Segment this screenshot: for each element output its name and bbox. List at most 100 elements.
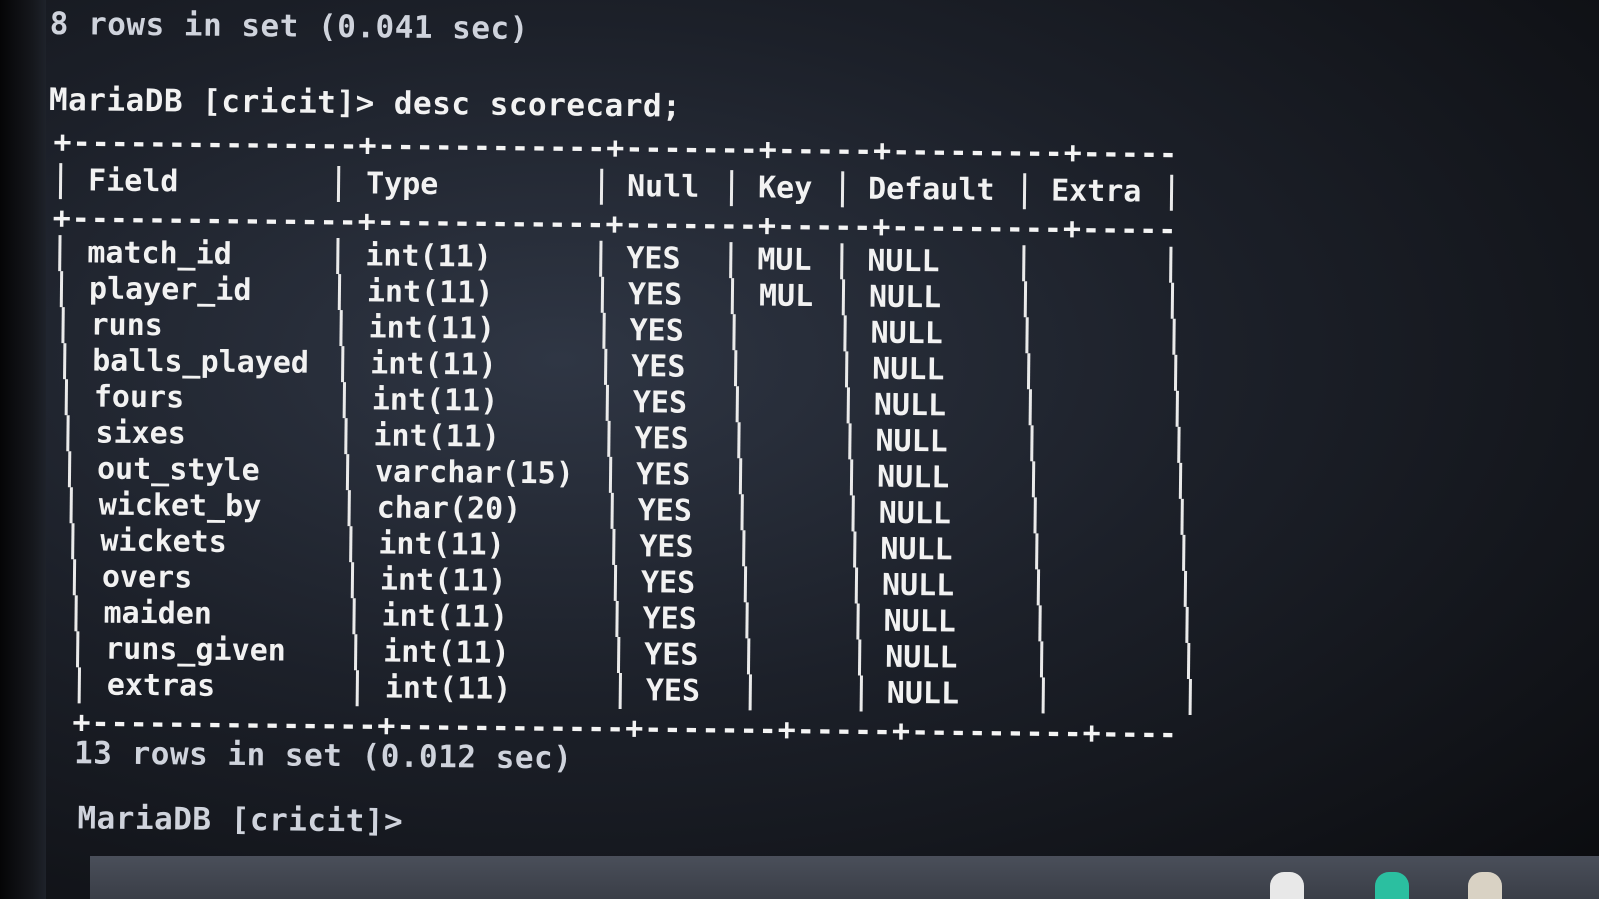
column-separator	[848, 423, 852, 460]
column-separator	[342, 382, 347, 419]
column-separator	[733, 350, 738, 387]
taskbar-app-icon-3[interactable]	[1468, 872, 1502, 899]
header-type: Type	[365, 166, 439, 203]
header-default: Default	[867, 171, 995, 208]
cell-null: YES	[634, 421, 689, 457]
column-separator	[1025, 317, 1029, 354]
column-separator	[857, 639, 862, 676]
column-separator	[743, 566, 748, 603]
terminal-window[interactable]: 8 rows in set (0.041 sec) MariaDB [crici…	[41, 0, 1280, 873]
cell-type: int(11)	[365, 238, 492, 275]
column-separator	[1026, 353, 1031, 390]
cell-field: maiden	[103, 595, 213, 632]
column-separator	[344, 418, 348, 455]
cell-default: NULL	[884, 639, 958, 676]
cell-default: NULL	[873, 387, 947, 424]
monitor-bezel	[0, 0, 46, 899]
column-separator	[337, 274, 342, 311]
cell-field: overs	[101, 559, 193, 596]
cell-type: varchar(15)	[374, 454, 574, 492]
cell-type: int(11)	[371, 382, 499, 419]
column-separator	[353, 634, 358, 671]
cell-default: NULL	[867, 243, 940, 280]
cell-key: MUL	[758, 278, 814, 315]
column-separator	[1028, 389, 1032, 426]
taskbar-app-icon-2[interactable]	[1375, 872, 1409, 899]
cell-null: YES	[626, 241, 681, 277]
column-separator	[856, 603, 860, 640]
photographed-monitor: 8 rows in set (0.041 sec) MariaDB [crici…	[0, 0, 1599, 899]
cell-field: player_id	[88, 271, 252, 309]
column-separator	[841, 279, 846, 316]
column-separator	[1175, 390, 1179, 427]
table-body: match_id int(11) YES MUL NULL player_id int(11…	[48, 235, 1192, 717]
cell-null: YES	[629, 313, 684, 349]
cell-type: int(11)	[370, 346, 497, 383]
previous-result-line: 8 rows in set (0.041 sec)	[49, 5, 530, 48]
cell-null: YES	[643, 637, 699, 673]
header-field: Field	[87, 163, 179, 200]
column-separator	[843, 315, 847, 352]
column-separator	[66, 415, 70, 452]
column-separator	[610, 492, 614, 529]
cell-field: extras	[106, 667, 216, 704]
column-separator	[729, 242, 733, 279]
column-separator	[349, 526, 353, 563]
column-separator	[355, 670, 359, 707]
cell-field: balls_played	[92, 343, 310, 381]
cell-default: NULL	[876, 459, 950, 496]
mariadb-prompt[interactable]: MariaDB [cricit]>	[77, 800, 403, 839]
column-separator	[1038, 605, 1042, 642]
column-separator	[61, 307, 65, 344]
cell-field: runs_given	[105, 631, 287, 669]
cell-key: MUL	[757, 242, 812, 278]
header-null: Null	[626, 169, 700, 205]
cell-default: NULL	[875, 423, 948, 460]
column-separator	[1169, 246, 1173, 283]
column-separator	[746, 638, 751, 675]
cell-field: wickets	[100, 523, 227, 560]
header-extra: Extra	[1050, 173, 1142, 210]
column-separator	[599, 240, 603, 277]
column-separator	[735, 386, 739, 423]
column-separator	[604, 348, 608, 385]
column-separator	[612, 528, 616, 565]
taskbar-app-icon-1[interactable]	[1270, 872, 1304, 899]
column-separator	[1022, 173, 1027, 210]
cell-type: int(11)	[368, 310, 496, 347]
column-separator	[339, 310, 343, 347]
command-line: MariaDB [cricit]> desc scorecard;	[48, 81, 682, 125]
cell-default: NULL	[871, 351, 945, 388]
cell-type: int(11)	[379, 562, 507, 599]
cell-null: YES	[642, 601, 697, 637]
column-separator	[64, 379, 69, 416]
column-separator	[76, 631, 80, 668]
column-separator	[1030, 425, 1034, 462]
taskbar	[90, 856, 1599, 899]
column-separator	[352, 598, 356, 635]
cell-type: int(11)	[373, 418, 501, 455]
column-separator	[840, 243, 844, 280]
cell-default: NULL	[868, 279, 942, 316]
column-separator	[72, 559, 77, 596]
column-separator	[853, 531, 857, 568]
column-separator	[846, 387, 850, 424]
cell-default: NULL	[870, 315, 943, 352]
cell-type: char(20)	[376, 490, 522, 527]
column-separator	[1180, 498, 1184, 535]
column-separator	[74, 595, 78, 632]
cell-field: fours	[93, 379, 185, 416]
column-separator	[63, 343, 67, 380]
column-separator	[737, 422, 741, 459]
cell-type: int(11)	[378, 526, 505, 563]
cell-default: NULL	[878, 495, 952, 532]
column-separator	[738, 458, 743, 495]
column-separator	[1033, 497, 1037, 534]
cell-null: YES	[627, 277, 683, 313]
cell-default: NULL	[883, 603, 956, 640]
column-separator	[730, 278, 735, 315]
column-separator	[1188, 678, 1192, 715]
column-separator	[607, 420, 611, 457]
column-separator	[1035, 533, 1039, 570]
column-separator	[605, 384, 610, 421]
